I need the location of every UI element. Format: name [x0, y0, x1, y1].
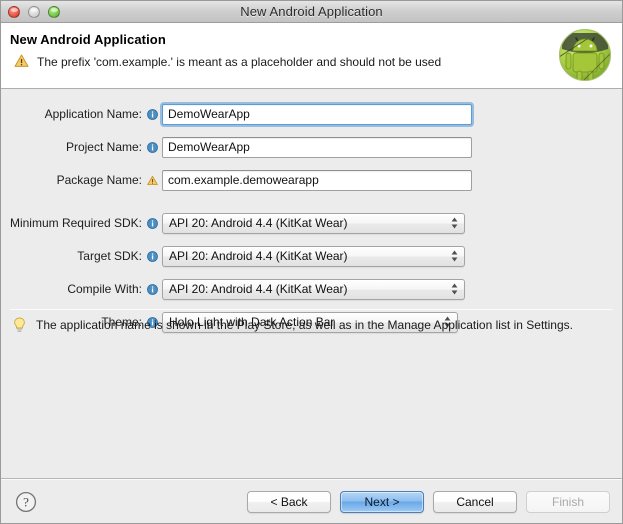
lightbulb-icon — [13, 317, 26, 338]
compile-with-value: API 20: Android 4.4 (KitKat Wear) — [169, 282, 348, 296]
project-name-label: Project Name: — [1, 140, 146, 154]
chevron-updown-icon — [450, 283, 459, 296]
minimum-required-sdk-value: API 20: Android 4.4 (KitKat Wear) — [169, 216, 348, 230]
form-row-application-name: Application Name: — [1, 103, 622, 125]
form-row-package-name: Package Name: — [1, 169, 622, 191]
compile-with-select[interactable]: API 20: Android 4.4 (KitKat Wear) — [162, 279, 465, 300]
minimum-required-sdk-select[interactable]: API 20: Android 4.4 (KitKat Wear) — [162, 213, 465, 234]
new-android-application-window: New Android Application New Android Appl… — [0, 0, 623, 524]
zoom-button[interactable] — [48, 6, 60, 18]
package-name-input[interactable] — [162, 170, 472, 191]
target-sdk-value: API 20: Android 4.4 (KitKat Wear) — [169, 249, 348, 263]
warning-triangle-icon — [14, 54, 29, 68]
target-sdk-select[interactable]: API 20: Android 4.4 (KitKat Wear) — [162, 246, 465, 267]
window-controls — [8, 1, 60, 22]
tip-separator — [10, 309, 613, 310]
info-icon[interactable] — [146, 251, 159, 262]
header-warning-message: The prefix 'com.example.' is meant as a … — [37, 54, 441, 69]
form-row-project-name: Project Name: — [1, 136, 622, 158]
page-title: New Android Application — [10, 32, 610, 47]
form-row-compile-with: Compile With: API 20: Android 4.4 (KitKa… — [1, 278, 622, 300]
android-robot-icon — [557, 27, 613, 83]
wizard-header: New Android Application The prefix 'com.… — [1, 23, 622, 89]
window-titlebar: New Android Application — [1, 1, 622, 23]
tip-row: The application name is shown in the Pla… — [13, 317, 610, 338]
svg-text:?: ? — [23, 494, 29, 509]
wizard-form-body: Application Name: Project Name: — [1, 89, 622, 479]
application-name-label: Application Name: — [1, 107, 146, 121]
header-warning-row: The prefix 'com.example.' is meant as a … — [10, 54, 610, 69]
back-button[interactable]: < Back — [247, 491, 331, 513]
package-name-label: Package Name: — [1, 173, 146, 187]
chevron-updown-icon — [450, 217, 459, 230]
chevron-updown-icon — [450, 250, 459, 263]
tip-text: The application name is shown in the Pla… — [36, 317, 573, 332]
info-icon[interactable] — [146, 218, 159, 229]
footer-button-group: < Back Next > Cancel Finish — [247, 491, 610, 513]
window-title: New Android Application — [1, 4, 622, 19]
target-sdk-label: Target SDK: — [1, 249, 146, 263]
minimize-button[interactable] — [28, 6, 40, 18]
form-group-spacer — [1, 194, 622, 212]
project-name-input[interactable] — [162, 137, 472, 158]
form-row-minimum-required-sdk: Minimum Required SDK: API 20: Android 4.… — [1, 212, 622, 234]
info-icon[interactable] — [146, 284, 159, 295]
warning-triangle-icon[interactable] — [146, 175, 159, 186]
finish-button: Finish — [526, 491, 610, 513]
info-icon[interactable] — [146, 109, 159, 120]
wizard-footer: ? < Back Next > Cancel Finish — [1, 479, 622, 523]
close-button[interactable] — [8, 6, 20, 18]
form-row-target-sdk: Target SDK: API 20: Android 4.4 (KitKat … — [1, 245, 622, 267]
help-question-icon[interactable]: ? — [15, 491, 37, 513]
minimum-required-sdk-label: Minimum Required SDK: — [1, 216, 146, 230]
cancel-button[interactable]: Cancel — [433, 491, 517, 513]
info-icon[interactable] — [146, 142, 159, 153]
next-button[interactable]: Next > — [340, 491, 424, 513]
application-name-input[interactable] — [162, 104, 472, 125]
compile-with-label: Compile With: — [1, 282, 146, 296]
